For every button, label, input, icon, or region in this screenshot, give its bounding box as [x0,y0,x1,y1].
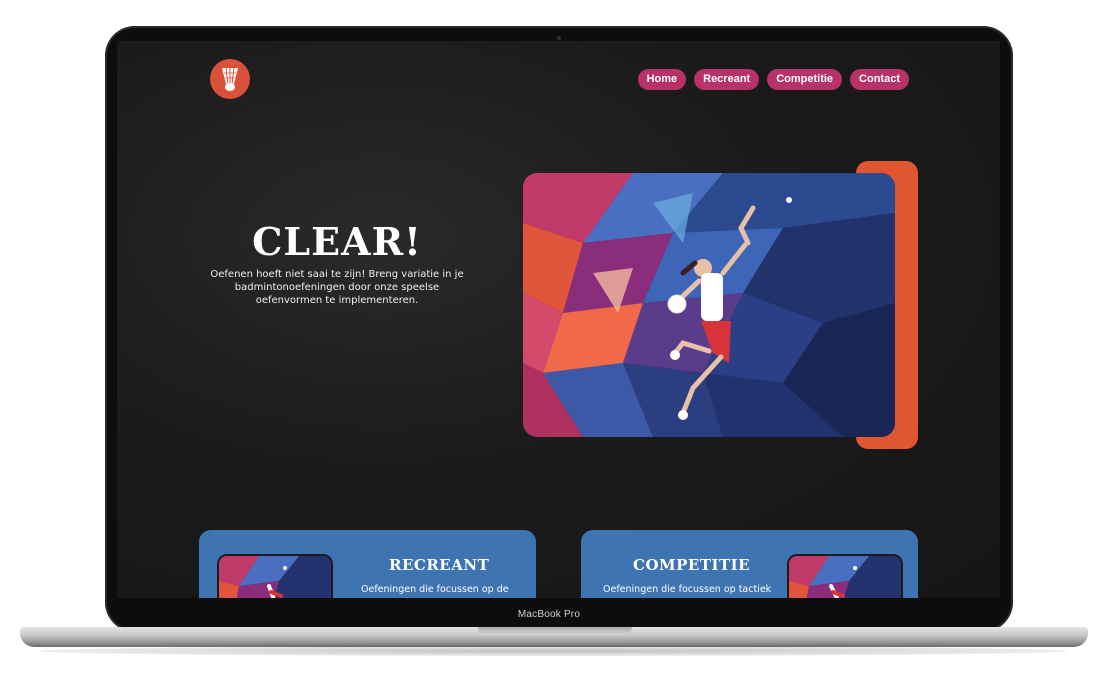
card-recreant-thumbnail [217,554,333,598]
card-competitie-text: Oefeningen die focussen op tactiek [603,584,772,595]
laptop-base-notch [478,627,632,635]
nav-home-button[interactable]: Home [637,69,687,90]
card-competitie-thumbnail [787,554,903,598]
card-recreant-title: RECREANT [389,556,490,574]
nav-competitie-button[interactable]: Competitie [767,69,843,90]
device-model-label: MacBook Pro [517,609,581,620]
hero-title: CLEAR! [252,219,422,264]
hero-image [523,173,895,437]
card-recreant[interactable]: RECREANT Oefeningen die focussen op de [199,530,536,598]
card-recreant-text: Oefeningen die focussen op de [361,584,509,595]
main-nav: Home Recreant Competitie Contact [637,69,909,90]
card-competitie-title: COMPETITIE [633,556,751,574]
nav-recreant-button[interactable]: Recreant [694,69,760,90]
card-competitie[interactable]: COMPETITIE Oefeningen die focussen op ta… [581,530,918,598]
badminton-player-illustration [523,173,895,437]
laptop-shadow [40,646,1068,656]
nav-contact-button[interactable]: Contact [850,69,909,90]
shuttlecock-icon [222,67,238,91]
logo[interactable] [210,59,250,99]
hero-text: Oefenen hoeft niet saai te zijn! Breng v… [210,269,464,306]
camera-icon [557,36,561,40]
browser-screen: Home Recreant Competitie Contact CLEAR! … [117,41,1000,598]
